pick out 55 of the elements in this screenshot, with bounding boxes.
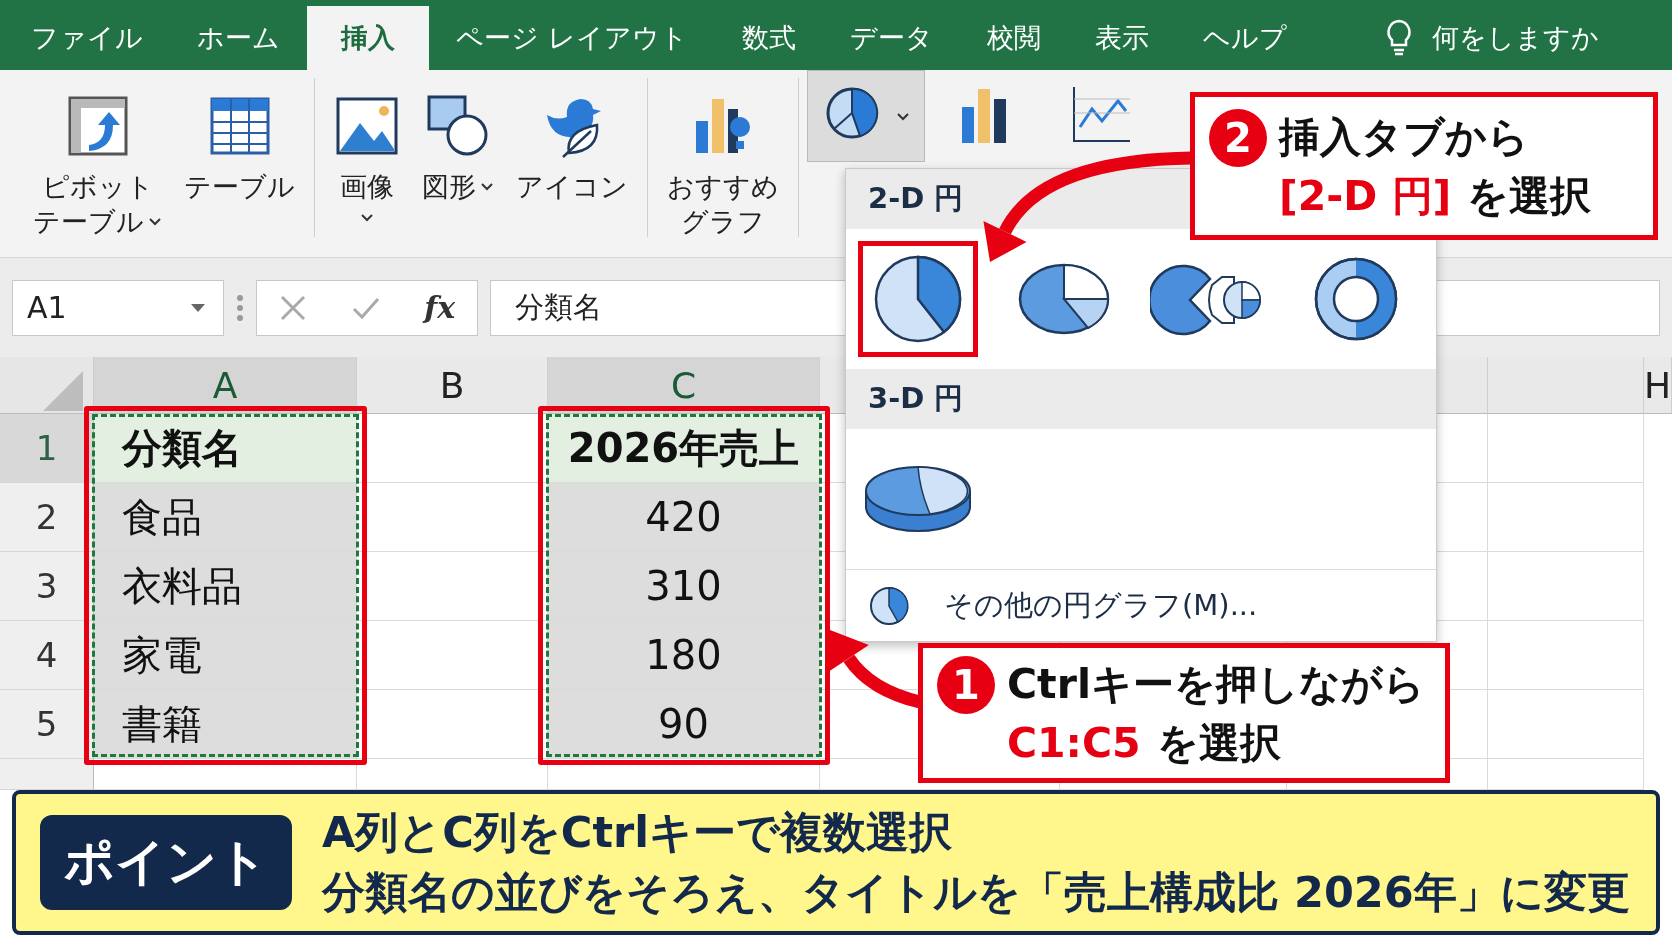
table-cell: 2026年売上 (548, 414, 820, 483)
table-cell: 180 (548, 621, 820, 690)
ribbon-tab[interactable]: 校閲 (959, 6, 1068, 70)
table-cell: 食品 (94, 483, 357, 552)
pie-chart-button[interactable] (807, 70, 925, 162)
ribbon-tab[interactable]: ページ レイアウト (429, 6, 715, 70)
row-header[interactable]: 3 (0, 552, 94, 621)
table-cell: 90 (548, 690, 820, 759)
row-header[interactable]: 4 (0, 621, 94, 690)
tip-text: A列とC列をCtrlキーで複数選択 (322, 805, 953, 859)
tip-badge: ポイント (40, 815, 292, 910)
chart-type-option[interactable] (858, 241, 978, 357)
row-header[interactable]: 1 (0, 414, 94, 483)
tell-me-field[interactable]: 何をしますか (1431, 20, 1599, 56)
column-header[interactable]: H (1643, 357, 1672, 414)
step-number: 2 (1209, 108, 1267, 167)
icons-button[interactable]: アイコン (505, 88, 639, 210)
table-cell: 衣料品 (94, 552, 357, 621)
column-header[interactable]: C (548, 357, 820, 414)
image-button[interactable]: 画像 (323, 88, 411, 229)
menu-item[interactable]: その他の円グラフ(M)... (846, 569, 1436, 641)
callout-highlight: C1:C5 (1007, 719, 1141, 767)
cancel-icon (278, 293, 307, 322)
callout-text: を選択 (1156, 717, 1281, 769)
table-cell: 分類名 (94, 414, 357, 483)
ribbon-tab[interactable]: ホーム (170, 6, 307, 70)
dropdown-icon (191, 303, 205, 312)
recommended-charts-button[interactable]: おすすめ グラフ (656, 88, 790, 245)
callout-text: 挿入タブから (1279, 112, 1529, 163)
row-header[interactable]: 5 (0, 690, 94, 759)
row-header[interactable]: 2 (0, 483, 94, 552)
insert-function-button[interactable]: fx (424, 290, 456, 325)
ribbon-tab[interactable]: ファイル (4, 6, 170, 70)
column-header[interactable]: A (94, 357, 357, 414)
ribbon-tab[interactable]: データ (822, 6, 960, 70)
table-cell: 書籍 (94, 690, 357, 759)
ribbon-tab[interactable]: 表示 (1067, 6, 1176, 70)
table-cell: 家電 (94, 621, 357, 690)
ribbon-tab[interactable]: 数式 (714, 6, 823, 70)
table-cell: 420 (548, 483, 820, 552)
pie-chart-icon (868, 584, 910, 627)
callout-text: Ctrlキーを押しながら (1007, 659, 1425, 710)
step-number: 1 (937, 655, 995, 714)
ribbon-tab[interactable]: ヘルプ (1175, 6, 1314, 70)
callout-text: を選択 (1467, 170, 1592, 222)
table-button[interactable]: テーブル (173, 88, 306, 210)
tip-text: 分類名の並びをそろえ、タイトルを「売上構成比 2026年」に変更 (322, 865, 1630, 919)
section-header: 3-D 円 (846, 369, 1436, 429)
name-box[interactable]: A1 (12, 279, 224, 336)
more-icon (236, 293, 244, 322)
column-header[interactable]: B (357, 357, 548, 414)
shapes-button[interactable]: 図形 (411, 88, 505, 210)
table-cell: 310 (548, 552, 820, 621)
pivot-table-button[interactable]: ピボット テーブル (22, 88, 173, 245)
ribbon-tab[interactable]: 挿入 (307, 6, 429, 70)
